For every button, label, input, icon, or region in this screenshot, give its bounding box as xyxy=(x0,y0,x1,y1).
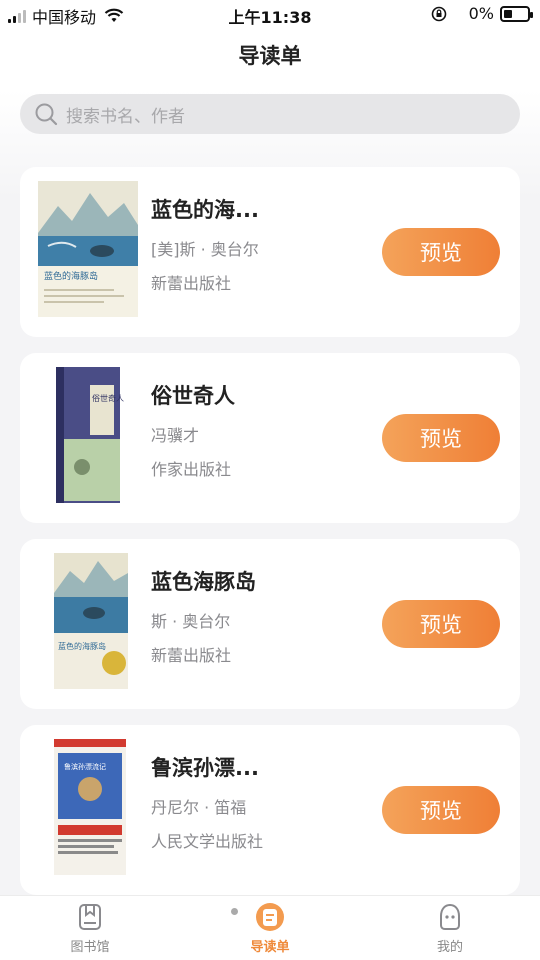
book-title: 俗世奇人 xyxy=(151,384,235,408)
book-author: 斯 · 奥台尔 xyxy=(151,612,231,631)
cover-title: 俗世奇人 xyxy=(92,393,124,403)
book-title: 蓝色海豚岛 xyxy=(151,570,256,594)
moon-icon xyxy=(454,8,460,19)
cover-title: 蓝色的海豚岛 xyxy=(44,270,98,282)
book-icon xyxy=(79,904,101,930)
book-card[interactable]: 俗世奇人 俗世奇人 冯骥才 作家出版社 预览 xyxy=(20,353,520,523)
preview-button[interactable]: 预览 xyxy=(382,228,500,276)
tab-reading-list[interactable]: 导读单 xyxy=(180,896,360,960)
book-card[interactable]: 蓝色的海豚岛 蓝色的海... [美]斯 · 奥台尔 新蕾出版社 预览 xyxy=(20,167,520,337)
book-title: 鲁滨孙漂... xyxy=(151,756,259,780)
cover-title: 鲁滨孙漂流记 xyxy=(64,762,106,771)
book-list: 蓝色的海豚岛 蓝色的海... [美]斯 · 奥台尔 新蕾出版社 预览 俗世奇人 … xyxy=(20,167,520,911)
tab-library[interactable]: 图书馆 xyxy=(0,896,180,960)
list-icon xyxy=(256,903,284,931)
status-right: 0% xyxy=(431,4,533,23)
battery-icon xyxy=(500,5,533,22)
book-author: [美]斯 · 奥台尔 xyxy=(151,240,259,259)
tab-label: 导读单 xyxy=(250,940,290,955)
preview-button[interactable]: 预览 xyxy=(382,600,500,648)
battery-percent: 0% xyxy=(468,4,494,23)
book-publisher: 作家出版社 xyxy=(151,460,232,479)
indicator-dot xyxy=(231,908,238,915)
book-title: 蓝色的海... xyxy=(151,198,259,222)
book-author: 丹尼尔 · 笛福 xyxy=(151,798,247,817)
tab-profile[interactable]: 我的 xyxy=(360,896,540,960)
search-placeholder: 搜索书名、作者 xyxy=(66,106,185,127)
book-card[interactable]: 蓝色的海豚岛 蓝色海豚岛 斯 · 奥台尔 新蕾出版社 预览 xyxy=(20,539,520,709)
search-icon xyxy=(35,103,58,126)
face-icon xyxy=(440,903,460,930)
cover-title: 蓝色的海豚岛 xyxy=(58,641,106,651)
book-cover[interactable]: 蓝色的海豚岛 xyxy=(38,181,138,317)
book-card[interactable]: 鲁滨孙漂流记 鲁滨孙漂... 丹尼尔 · 笛福 人民文学出版社 预览 xyxy=(20,725,520,895)
preview-button[interactable]: 预览 xyxy=(382,786,500,834)
search-input[interactable]: 搜索书名、作者 xyxy=(20,94,520,134)
book-publisher: 人民文学出版社 xyxy=(151,832,264,851)
tab-label: 图书馆 xyxy=(70,940,110,955)
page-title: 导读单 xyxy=(238,44,302,68)
tab-bar: 图书馆 导读单 我的 xyxy=(0,895,540,960)
book-publisher: 新蕾出版社 xyxy=(151,274,232,293)
book-cover[interactable]: 俗世奇人 xyxy=(38,367,138,503)
book-cover[interactable]: 蓝色的海豚岛 xyxy=(38,553,138,689)
book-cover[interactable]: 鲁滨孙漂流记 xyxy=(38,739,138,875)
status-bar: 中国移动 上午11:38 0% xyxy=(0,0,540,30)
tab-label: 我的 xyxy=(436,940,463,955)
book-publisher: 新蕾出版社 xyxy=(151,646,232,665)
lock-rotation-icon xyxy=(431,6,446,21)
book-author: 冯骥才 xyxy=(151,426,200,445)
preview-button[interactable]: 预览 xyxy=(382,414,500,462)
